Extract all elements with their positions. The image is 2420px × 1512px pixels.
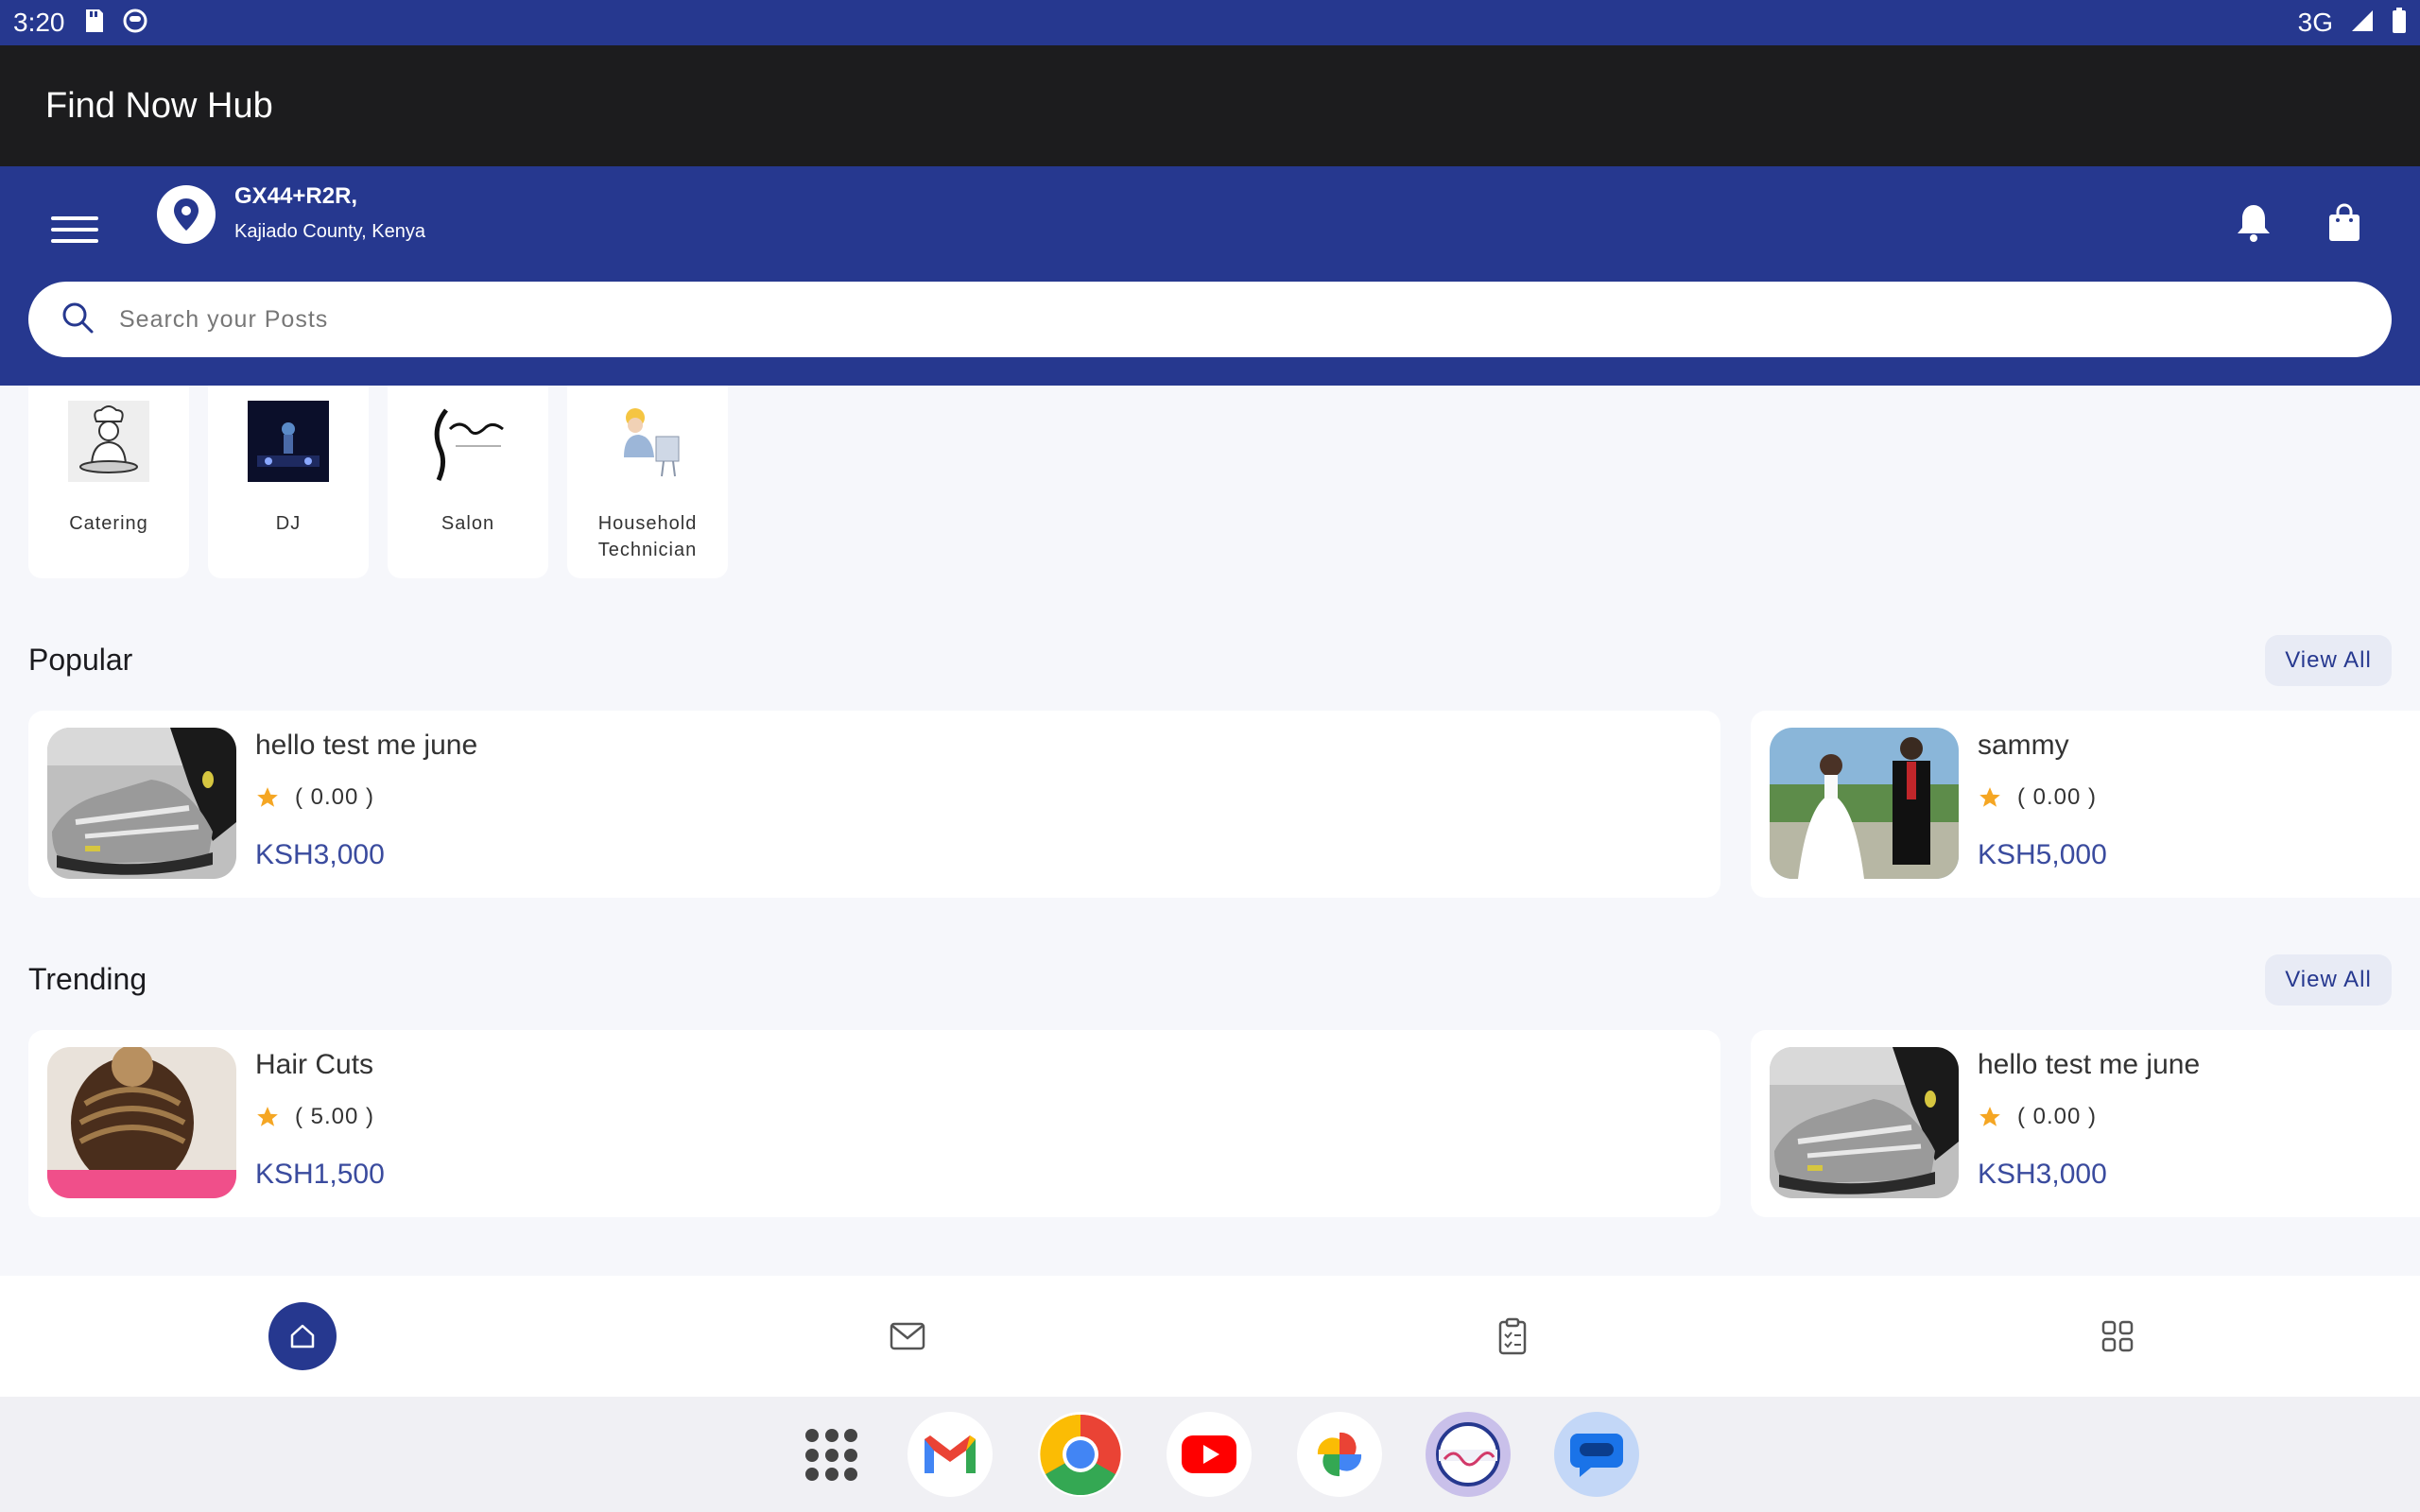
menu-button[interactable] [51,206,98,253]
category-salon[interactable]: Salon [388,386,548,578]
category-label: Catering [69,513,148,534]
category-label: DJ [275,513,302,534]
item-title: Hair Cuts [255,1049,374,1080]
app-title: Find Now Hub [45,85,273,126]
chef-icon [68,401,149,482]
salon-logo [427,401,509,482]
nav-messages-button[interactable] [873,1302,942,1370]
item-rating: ( 0.00 ) [1978,1104,2200,1130]
youtube-icon[interactable] [1167,1412,1252,1497]
mail-icon [890,1322,925,1350]
hamburger-icon [51,216,98,220]
network-type: 3G [2297,8,2333,37]
item-price: KSH3,000 [255,839,385,870]
product-thumbnail [1770,1047,1959,1198]
category-catering[interactable]: Catering [28,386,189,578]
trending-item-card[interactable]: hello test me june ( 0.00 ) KSH3,000 [1751,1030,2420,1217]
item-rating: ( 0.00 ) [255,784,477,811]
trending-section-title: Trending [28,962,147,996]
trending-view-all-button[interactable]: View All [2265,954,2392,1005]
location-label[interactable]: GX44+R2R, Kajiado County, Kenya [234,183,425,243]
popular-item-card[interactable]: hello test me june ( 0.00 ) KSH3,000 [28,711,1720,898]
popular-section-title: Popular [28,643,133,677]
item-rating: ( 5.00 ) [255,1104,385,1130]
item-price: KSH5,000 [1978,839,2107,870]
rating-value: ( 0.00 ) [2017,1104,2098,1129]
location-line2: Kajiado County, Kenya [234,221,425,242]
item-price: KSH3,000 [1978,1159,2107,1190]
messages-icon[interactable] [1554,1412,1639,1497]
clipboard-icon [1498,1317,1527,1355]
star-icon [257,1107,278,1126]
hamburger-line [51,239,98,243]
photos-icon[interactable] [1297,1412,1382,1497]
bottom-navigation [0,1276,2420,1397]
item-title: sammy [1978,730,2069,761]
nav-orders-button[interactable] [1478,1302,1547,1370]
shopping-bag-icon[interactable] [2322,200,2367,246]
system-taskbar [0,1397,2420,1512]
item-rating: ( 0.00 ) [1978,784,2107,811]
app-header: GX44+R2R, Kajiado County, Kenya [0,166,2420,386]
product-thumbnail [47,728,236,879]
search-icon [60,301,95,339]
search-input[interactable] [119,305,2199,334]
battery-icon [2392,7,2407,39]
app-title-bar: Find Now Hub [0,45,2420,166]
hamburger-line [51,228,98,232]
popular-view-all-button[interactable]: View All [2265,635,2392,686]
status-bar: 3:20 3G [0,0,2420,45]
location-line1: GX44+R2R, [234,183,358,209]
home-icon [290,1324,315,1349]
bell-icon[interactable] [2231,200,2276,246]
star-icon [1979,1107,2000,1126]
nav-home-button[interactable] [268,1302,337,1370]
status-time: 3:20 [13,8,65,37]
rating-value: ( 0.00 ) [2017,784,2098,810]
category-label: Household Technician [597,513,698,560]
location-pin-icon[interactable] [157,185,216,244]
category-label: Salon [441,513,495,534]
gmail-icon[interactable] [908,1412,993,1497]
category-dj[interactable]: DJ [208,386,369,578]
dj-icon [248,401,329,482]
category-list: Catering DJ Salon Household Technician [28,386,728,578]
search-bar[interactable] [28,282,2392,357]
category-household-technician[interactable]: Household Technician [567,386,728,578]
product-thumbnail [1770,728,1959,879]
chrome-icon[interactable] [1038,1412,1123,1497]
product-thumbnail [47,1047,236,1198]
trending-item-card[interactable]: Hair Cuts ( 5.00 ) KSH1,500 [28,1030,1720,1217]
sd-card-icon [82,8,105,39]
findnow-icon[interactable] [1426,1412,1511,1497]
item-price: KSH1,500 [255,1159,385,1190]
rating-value: ( 5.00 ) [295,1104,375,1129]
rating-value: ( 0.00 ) [295,784,375,810]
popular-item-card[interactable]: sammy ( 0.00 ) KSH5,000 [1751,711,2420,898]
item-title: hello test me june [1978,1049,2201,1080]
face-icon [122,8,148,39]
star-icon [257,787,278,807]
technician-icon [607,401,688,482]
app-drawer-icon[interactable] [805,1429,858,1482]
star-icon [1979,787,2000,807]
grid-icon [2101,1320,2134,1352]
nav-more-button[interactable] [2083,1302,2152,1370]
item-title: hello test me june [255,730,478,761]
signal-icon [2350,9,2375,38]
